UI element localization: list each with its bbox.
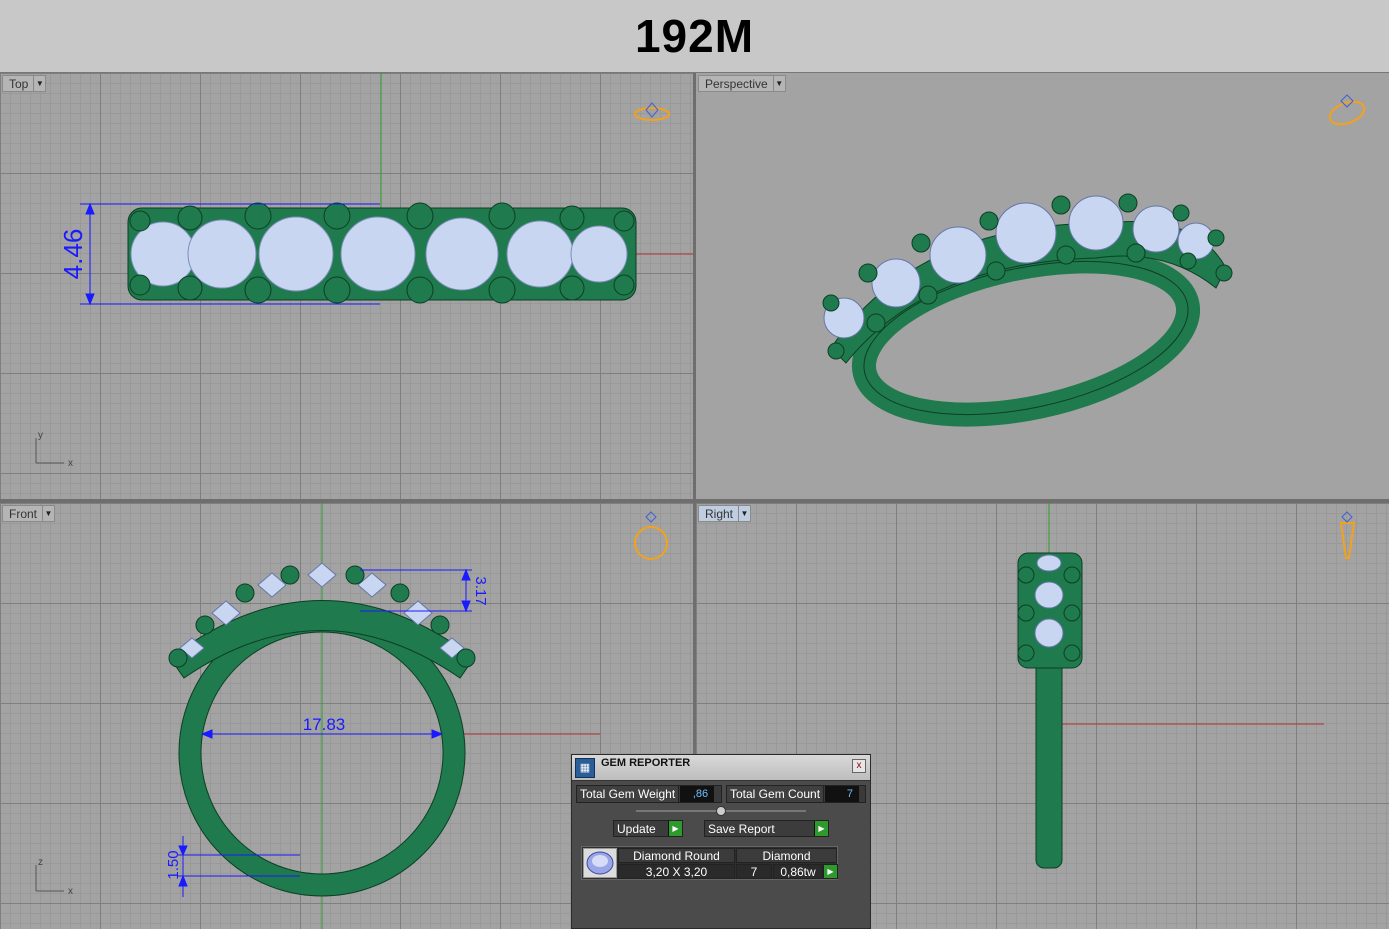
chevron-down-icon[interactable]: ▼ <box>33 76 45 91</box>
view-cube-ring-icon[interactable] <box>1327 94 1368 129</box>
axis-x-label: x <box>68 458 73 469</box>
perspective-view-canvas <box>822 94 1368 427</box>
header-bar: 192M <box>0 0 1389 73</box>
total-gem-weight-label: Total Gem Weight <box>577 786 680 802</box>
save-report-button[interactable]: Save Report ▶ <box>704 820 829 837</box>
save-report-button-label: Save Report <box>708 821 775 836</box>
close-icon[interactable]: x <box>852 759 866 773</box>
dimension-label-1-50: 1.50 <box>165 850 182 879</box>
gem-reporter-logo-icon: ▦ <box>575 757 595 778</box>
axis-indicator <box>35 865 64 892</box>
viewport-label: Front <box>9 506 38 521</box>
splitter-knob[interactable] <box>716 806 726 816</box>
viewport-label: Top <box>9 76 29 91</box>
viewport-label: Perspective <box>705 76 768 91</box>
total-gem-count-value[interactable]: 7 <box>825 786 860 802</box>
total-gem-count-field: Total Gem Count 7 <box>726 785 866 803</box>
viewport-tab-top[interactable]: Top ▼ <box>2 75 47 92</box>
play-arrow-icon[interactable]: ▶ <box>823 864 838 879</box>
viewport-tab-front[interactable]: Front ▼ <box>2 505 56 522</box>
gem-reporter-titlebar[interactable]: ▦ GEM REPORTER x <box>572 755 870 781</box>
axis-z-label: z <box>38 857 43 868</box>
total-gem-count-label: Total Gem Count <box>727 786 825 802</box>
dimension-label-4-46: 4.46 <box>58 229 88 280</box>
viewport-perspective[interactable]: Perspective ▼ <box>696 73 1389 499</box>
axis-x-label: x <box>68 886 73 897</box>
view-cube-ring-icon[interactable] <box>634 102 670 121</box>
gem-reporter-title: GEM REPORTER <box>601 757 691 769</box>
ring-perspective <box>822 193 1233 427</box>
view-cube-ring-icon[interactable] <box>1339 511 1356 559</box>
panel-splitter-handle[interactable] <box>636 806 806 816</box>
table-header-diamond-round: Diamond Round <box>618 848 735 863</box>
table-cell-count: 7 <box>736 864 772 879</box>
diamond-round-gem-graphic <box>586 851 614 875</box>
table-cell-weight: 0,86tw <box>773 864 823 879</box>
top-view-canvas: 4.46 y x <box>35 73 693 469</box>
gem-table: Diamond Round Diamond 3,20 X 3,20 7 0,86… <box>581 846 838 880</box>
axis-indicator <box>35 438 64 464</box>
ring-right-view <box>1017 552 1083 869</box>
table-cell-size: 3,20 X 3,20 <box>618 864 735 879</box>
dimension-label-17-83: 17.83 <box>303 715 346 734</box>
page-title: 192M <box>634 10 755 62</box>
chevron-down-icon[interactable]: ▼ <box>772 76 785 91</box>
table-header-diamond: Diamond <box>736 848 837 863</box>
chevron-down-icon[interactable]: ▼ <box>42 506 54 521</box>
viewport-top[interactable]: 4.46 y x Top ▼ <box>0 73 693 499</box>
dimension-label-3-17: 3.17 <box>472 576 489 605</box>
gem-reporter-panel: ▦ GEM REPORTER x Total Gem Weight ,86 To… <box>571 754 871 929</box>
play-arrow-icon: ▶ <box>668 821 682 836</box>
viewport-label: Right <box>705 506 734 521</box>
axis-y-label: y <box>38 430 43 441</box>
view-cube-ring-icon[interactable] <box>634 511 668 560</box>
chevron-down-icon[interactable]: ▼ <box>738 506 750 521</box>
viewport-tab-right[interactable]: Right ▼ <box>698 505 752 522</box>
viewport-divider-horizontal[interactable] <box>0 499 1389 503</box>
total-gem-weight-value[interactable]: ,86 <box>680 786 715 802</box>
update-button-label: Update <box>617 821 656 836</box>
viewport-tab-perspective[interactable]: Perspective ▼ <box>698 75 786 92</box>
ring-top-view <box>127 202 637 304</box>
total-gem-weight-field: Total Gem Weight ,86 <box>576 785 722 803</box>
play-arrow-icon: ▶ <box>814 821 828 836</box>
diamond-round-gem-icon <box>583 848 617 878</box>
update-button[interactable]: Update ▶ <box>613 820 683 837</box>
